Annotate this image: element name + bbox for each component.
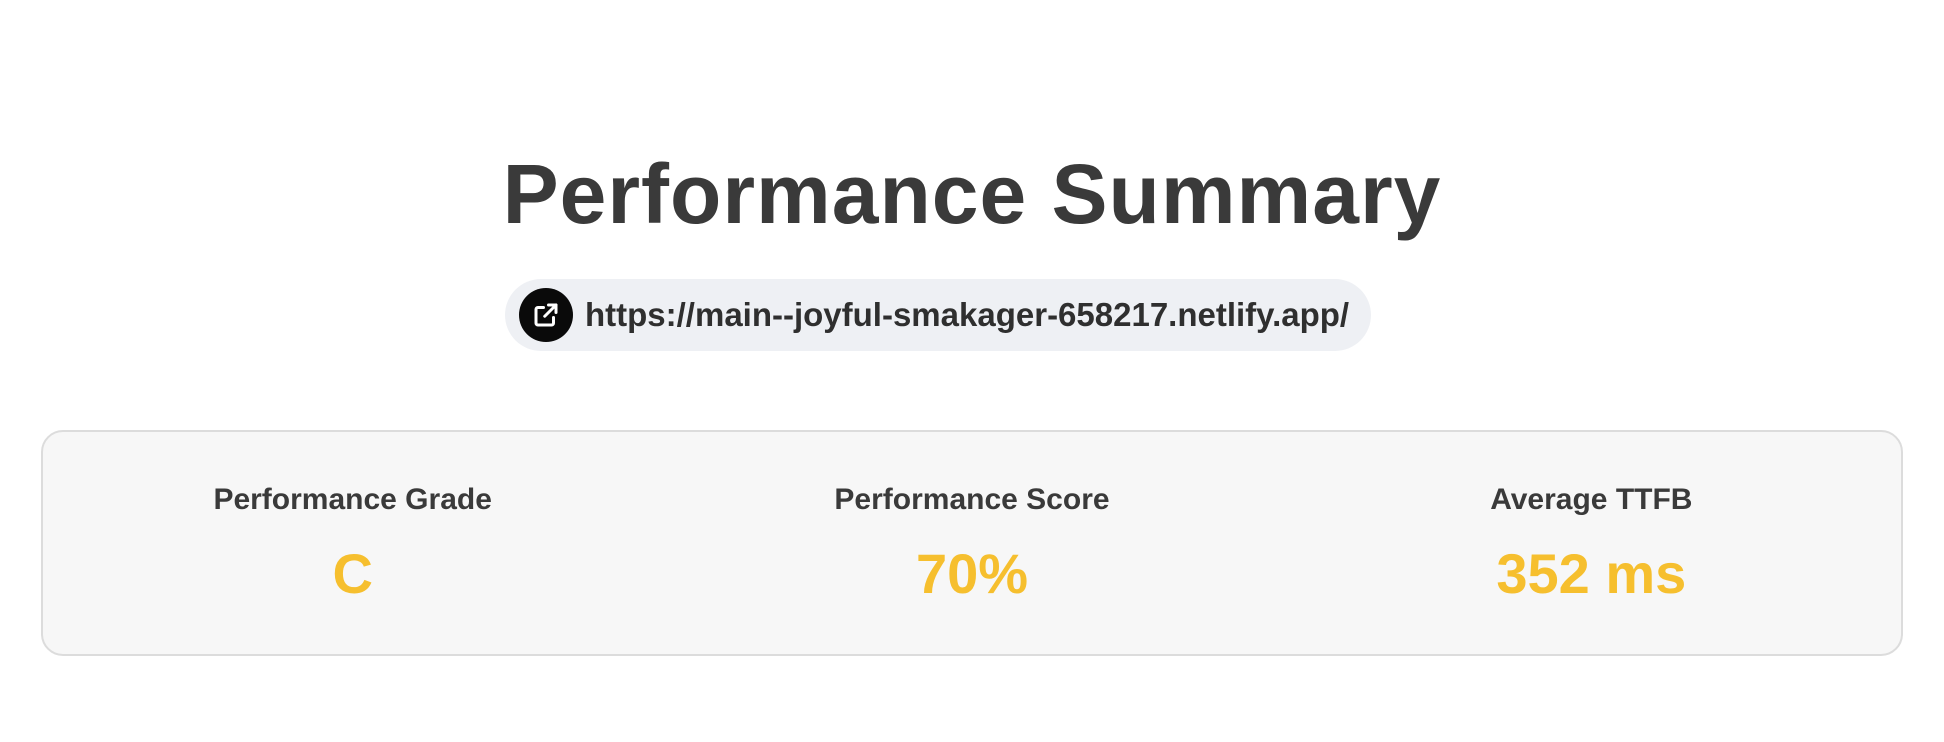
metric-label: Performance Grade (213, 483, 492, 516)
metric-average-ttfb: Average TTFB 352 ms (1282, 432, 1901, 654)
summary-card: Performance Grade C Performance Score 70… (41, 430, 1903, 656)
site-url-text: https://main--joyful-smakager-658217.net… (585, 296, 1350, 333)
metric-label: Average TTFB (1490, 483, 1693, 516)
site-url-link[interactable]: https://main--joyful-smakager-658217.net… (505, 279, 1372, 351)
page-title: Performance Summary (502, 147, 1442, 242)
metric-performance-grade: Performance Grade C (43, 432, 662, 654)
metric-performance-score: Performance Score 70% (662, 432, 1281, 654)
external-link-icon (519, 288, 573, 342)
metric-label: Performance Score (834, 483, 1110, 516)
metric-value: 70% (915, 542, 1029, 605)
metric-value: 352 ms (1496, 542, 1687, 605)
metric-value: C (332, 542, 373, 605)
